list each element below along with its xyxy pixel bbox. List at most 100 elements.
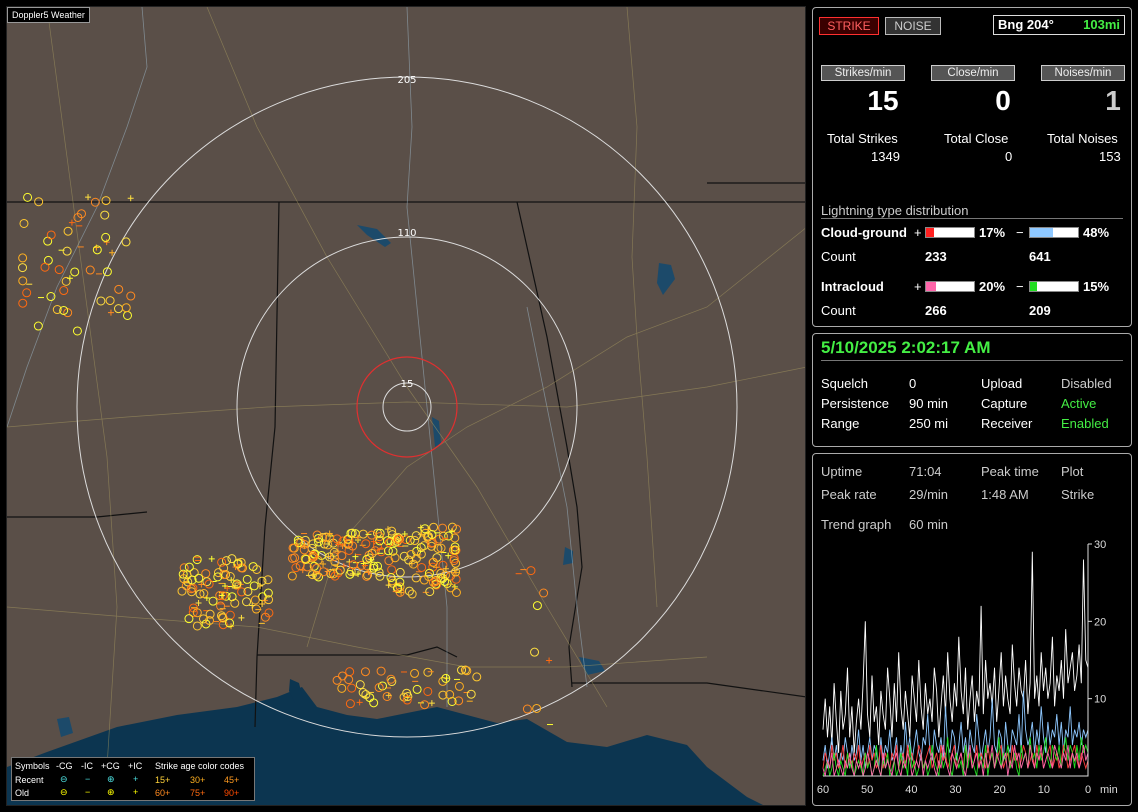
- strike-marker: [337, 671, 347, 681]
- strike-marker: [46, 230, 56, 240]
- strike-marker: [395, 567, 405, 577]
- strike-indicator-button[interactable]: STRIKE: [819, 17, 879, 35]
- lake-2: [657, 263, 675, 295]
- ic-neg-bar-fill: [1030, 282, 1038, 291]
- strike-marker: [70, 267, 80, 277]
- x-axis-label: min: [1100, 784, 1118, 796]
- ic-count-label: Count: [821, 303, 856, 318]
- distribution-title: Lightning type distribution: [821, 203, 969, 218]
- strike-marker: [360, 667, 370, 677]
- strike-marker: [23, 192, 33, 202]
- ic-neg-bar: [1029, 281, 1079, 292]
- strike-marker: [221, 556, 231, 566]
- strike-marker: [369, 698, 379, 708]
- strike-marker: [105, 296, 115, 306]
- strike-marker: [320, 560, 327, 567]
- strike-marker: [204, 579, 214, 589]
- strike-marker: [18, 298, 28, 308]
- strike-marker: [123, 310, 133, 320]
- state-borders: [7, 182, 805, 728]
- x-tick-label: 50: [861, 784, 873, 796]
- strike-marker: [114, 304, 124, 314]
- legend-header-pos-ic: +IC: [128, 761, 143, 771]
- receiver-value: Enabled: [1061, 416, 1109, 431]
- strike-marker: [107, 309, 114, 316]
- strike-marker: [451, 588, 461, 598]
- cg-neg-bar: [1029, 227, 1079, 238]
- strike-marker: [101, 196, 111, 206]
- strike-marker: [410, 536, 420, 546]
- strike-marker: [208, 555, 215, 562]
- strike-marker: [337, 683, 347, 693]
- strike-marker: [356, 699, 363, 706]
- ic-pos-pct: 20%: [979, 279, 1006, 294]
- strike-marker: [126, 291, 136, 301]
- strike-marker: [18, 276, 28, 286]
- total-close-value: 0: [1005, 149, 1013, 164]
- upload-label: Upload: [981, 376, 1023, 391]
- range-label-205: 205: [397, 75, 416, 86]
- current-datetime: 5/10/2025 2:02:17 AM: [821, 338, 991, 357]
- x-tick-label: 30: [949, 784, 961, 796]
- strike-marker: [412, 684, 422, 694]
- cg-pos-count: 233: [925, 249, 947, 264]
- ic-pos-bar: [925, 281, 975, 292]
- strikes-per-min-label: Strikes/min: [821, 65, 905, 81]
- receiver-label: Receiver: [981, 416, 1033, 431]
- strike-marker: [526, 566, 536, 576]
- legend-header-neg-cg: -CG: [56, 761, 73, 771]
- strike-marker: [225, 610, 235, 620]
- strike-marker: [532, 703, 542, 713]
- strike-marker: [230, 598, 240, 608]
- capture-label: Capture: [981, 396, 1028, 411]
- strike-marker: [287, 571, 297, 581]
- strike-marker: [242, 597, 252, 607]
- cg-pos-bar: [925, 227, 975, 238]
- legend-age-30: 30+: [190, 775, 206, 785]
- total-noises-label: Total Noises: [1047, 131, 1118, 146]
- cg-neg-pct: 48%: [1083, 225, 1110, 240]
- strike-marker: [201, 569, 211, 579]
- strike-marker: [522, 704, 532, 714]
- strike-marker: [546, 657, 553, 664]
- trend-graph: 30 20 10 60 50 40 30 20 10 0 min: [817, 539, 1118, 796]
- ic-pos-count: 266: [925, 303, 947, 318]
- strike-marker: [335, 565, 345, 575]
- strike-marker: [539, 588, 549, 598]
- strike-marker: [22, 288, 32, 298]
- trend-axis: [823, 544, 1089, 777]
- close-per-min-value: 0: [995, 85, 1011, 116]
- lightning-map[interactable]: Doppler5 Weather 205 110 15 Symbols -CG …: [6, 6, 806, 806]
- squelch-label: Squelch: [821, 376, 868, 391]
- capture-value: Active: [1061, 396, 1097, 411]
- strike-marker: [382, 691, 392, 701]
- strike-marker: [40, 262, 50, 272]
- strike-marker: [361, 539, 371, 549]
- strike-marker: [420, 700, 430, 710]
- noise-indicator-button[interactable]: NOISE: [885, 17, 941, 35]
- legend-age-15: 15+: [155, 775, 171, 785]
- strike-marker: [18, 263, 28, 273]
- strike-marker: [121, 237, 131, 247]
- x-tick-label: 60: [817, 784, 829, 796]
- strike-marker: [43, 236, 53, 246]
- legend-recent-neg-ic: −: [85, 774, 91, 784]
- distance-value: 103mi: [1083, 17, 1120, 32]
- legend-symbols-label: Symbols: [15, 761, 50, 771]
- lake-6: [57, 717, 73, 737]
- legend-old-neg-ic: −: [85, 787, 91, 797]
- strike-marker: [66, 275, 73, 282]
- strike-marker: [18, 253, 28, 263]
- map-canvas: 205 110 15: [7, 7, 805, 805]
- strike-marker: [184, 562, 194, 572]
- strike-marker: [466, 689, 476, 699]
- strike-marker: [19, 218, 29, 228]
- legend-old-neg-cg: ⊖: [60, 787, 68, 797]
- range-ring-inner: [382, 382, 432, 432]
- strike-marker: [425, 587, 435, 597]
- strike-marker: [85, 265, 95, 275]
- strike-marker: [208, 596, 218, 606]
- range-rings: [76, 76, 738, 738]
- ic-neg-count: 209: [1029, 303, 1051, 318]
- lake-3: [432, 417, 441, 447]
